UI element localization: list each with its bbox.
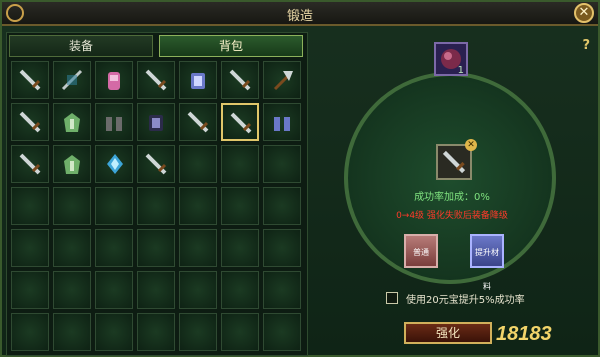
inventory-slot[interactable] (53, 103, 91, 141)
dark-armor-icon (149, 115, 163, 131)
enhance-stone-slot-red[interactable]: 普通 (404, 234, 438, 268)
close-button[interactable]: ✕ (574, 3, 594, 23)
tab-backpack[interactable]: 背包 (159, 35, 303, 57)
inventory-slot[interactable] (11, 313, 49, 351)
inventory-slot[interactable] (221, 187, 259, 225)
sword-icon (19, 153, 41, 175)
sword-icon (187, 111, 209, 133)
inventory-panel: 装备 背包 (6, 32, 308, 356)
inventory-slot[interactable] (221, 271, 259, 309)
inventory-slot[interactable] (263, 145, 301, 183)
inventory-slot[interactable] (53, 271, 91, 309)
inventory-slot[interactable] (263, 271, 301, 309)
inventory-slot[interactable] (221, 313, 259, 351)
blue-armor-icon (191, 73, 205, 89)
pink-armor-icon (108, 72, 120, 90)
inventory-slot[interactable] (221, 145, 259, 183)
inventory-slot[interactable] (95, 187, 133, 225)
forge-window: 锻造 ✕ 装备 背包 ? 1 ✕ 成功率加成：0% 0→4级 强化失败后装备降级… (0, 0, 600, 357)
inventory-slot[interactable] (11, 103, 49, 141)
inventory-slot[interactable] (221, 103, 259, 141)
use-yuanbao-label: 使用20元宝提升5%成功率 (406, 295, 525, 306)
title-bar: 锻造 ✕ (2, 2, 598, 26)
inventory-slot[interactable] (137, 271, 175, 309)
inventory-slot[interactable] (137, 229, 175, 267)
inventory-slot[interactable] (221, 61, 259, 99)
sword-icon (229, 69, 251, 91)
material-slot[interactable]: 1 (434, 42, 468, 76)
brand-text: 18183 (496, 323, 552, 345)
inventory-slot[interactable] (263, 103, 301, 141)
spear-icon (61, 69, 83, 91)
inventory-slot[interactable] (263, 229, 301, 267)
green-robe-icon (64, 155, 80, 174)
inventory-slot[interactable] (11, 271, 49, 309)
forge-panel: ? 1 ✕ 成功率加成：0% 0→4级 强化失败后装备降级 普通 提升材料 使用… (308, 32, 596, 354)
success-rate-bonus: 成功率加成：0% (414, 192, 490, 203)
inventory-slot[interactable] (263, 187, 301, 225)
inventory-slot[interactable] (221, 229, 259, 267)
sword-icon (230, 112, 252, 134)
inventory-slot[interactable] (95, 103, 133, 141)
inventory-slot[interactable] (53, 187, 91, 225)
inventory-grid (11, 61, 305, 351)
inventory-slot[interactable] (179, 145, 217, 183)
inventory-slot[interactable] (95, 145, 133, 183)
downgrade-warning: 0→4级 强化失败后装备降级 (396, 211, 508, 221)
inventory-slot[interactable] (53, 61, 91, 99)
inventory-slot[interactable] (53, 313, 91, 351)
axe-icon (273, 71, 293, 91)
inventory-slot[interactable] (11, 229, 49, 267)
material-count: 1 (457, 65, 464, 76)
inventory-slot[interactable] (95, 271, 133, 309)
enhance-stone-slot-blue[interactable]: 提升材料 (470, 234, 504, 291)
inventory-slot[interactable] (53, 229, 91, 267)
help-icon[interactable]: ? (582, 38, 590, 53)
equipment-slot[interactable]: ✕ (436, 139, 477, 180)
inventory-slot[interactable] (179, 229, 217, 267)
inventory-slot[interactable] (179, 313, 217, 351)
boots-blue-icon (274, 117, 290, 131)
inventory-slot[interactable] (179, 61, 217, 99)
remove-item-button[interactable]: ✕ (465, 139, 477, 151)
brand-watermark: 18183 (476, 317, 586, 351)
inventory-slot[interactable] (179, 103, 217, 141)
inventory-slot[interactable] (11, 61, 49, 99)
inventory-slot[interactable] (95, 61, 133, 99)
inventory-slot[interactable] (137, 187, 175, 225)
window-title: 锻造 (286, 9, 313, 24)
use-yuanbao-checkbox[interactable] (386, 292, 398, 304)
inventory-slot[interactable] (263, 61, 301, 99)
inventory-slot[interactable] (263, 313, 301, 351)
sword-icon (145, 69, 167, 91)
tab-equipment[interactable]: 装备 (9, 35, 153, 57)
inventory-slot[interactable] (137, 145, 175, 183)
inventory-slot[interactable] (179, 271, 217, 309)
inventory-slot[interactable] (137, 103, 175, 141)
inventory-slot[interactable] (137, 61, 175, 99)
sword-icon (19, 111, 41, 133)
inventory-slot[interactable] (53, 145, 91, 183)
sword-icon (145, 153, 167, 175)
inventory-slot[interactable] (11, 187, 49, 225)
inventory-slot[interactable] (95, 313, 133, 351)
sword-icon (442, 150, 466, 174)
green-robe-icon (64, 113, 80, 132)
blue-crystal-icon (107, 154, 123, 174)
sword-icon (19, 69, 41, 91)
boots-icon (106, 117, 122, 131)
inventory-slot[interactable] (11, 145, 49, 183)
inventory-slot[interactable] (179, 187, 217, 225)
inventory-slot[interactable] (95, 229, 133, 267)
inventory-slot[interactable] (137, 313, 175, 351)
